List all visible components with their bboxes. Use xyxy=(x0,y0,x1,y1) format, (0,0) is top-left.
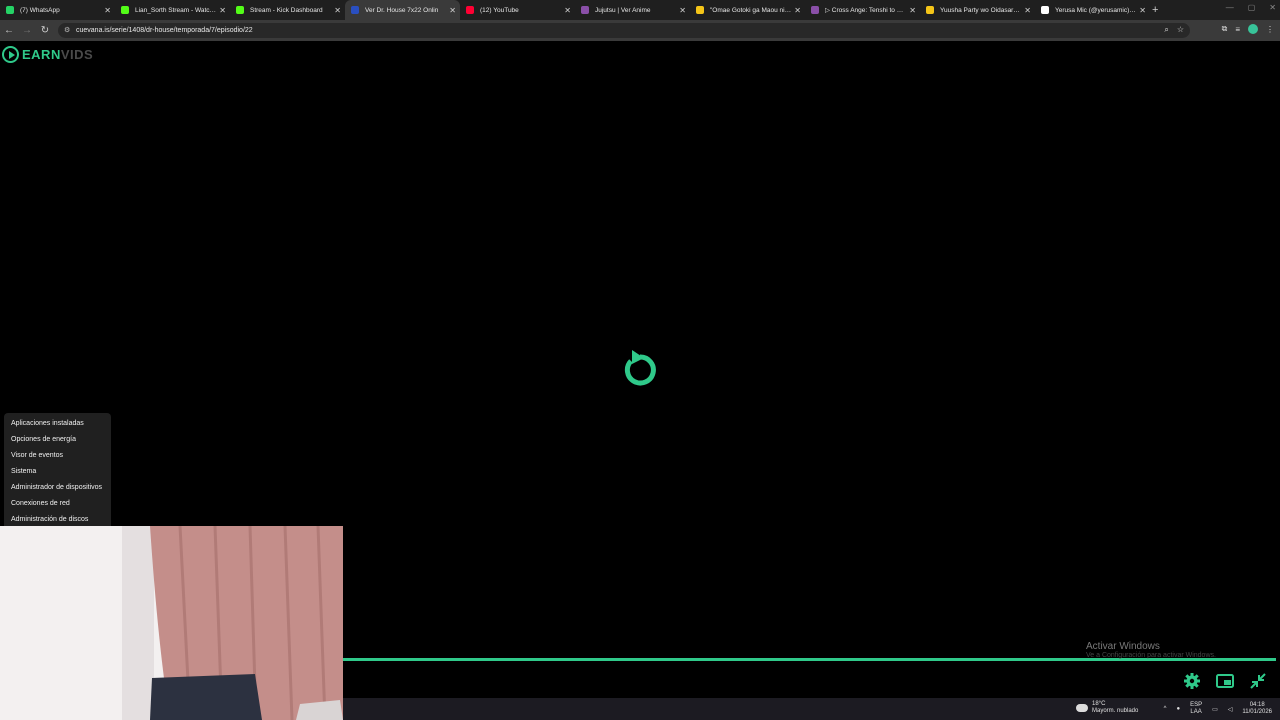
menu-item[interactable]: Opciones de energía xyxy=(4,432,111,448)
volume-icon[interactable]: ◁ xyxy=(1228,706,1233,713)
browser-tab[interactable]: ▷ Cross Ange: Tenshi to Ryuu ✕ xyxy=(805,0,920,20)
tab-label: Ver Dr. House 7x22 Onlin xyxy=(365,6,439,14)
tab-label: (12) YouTube xyxy=(480,6,519,14)
menu-item[interactable]: Aplicaciones instaladas xyxy=(4,416,111,432)
tab-label: Jujutsu | Ver Anime xyxy=(595,6,651,14)
tab-close-icon[interactable]: ✕ xyxy=(219,6,226,15)
browser-tab[interactable]: Jujutsu | Ver Anime ✕ xyxy=(575,0,690,20)
tab-label: "Omae Gotoki ga Maou ni Ka xyxy=(710,6,792,14)
browser-tab[interactable]: "Omae Gotoki ga Maou ni Ka ✕ xyxy=(690,0,805,20)
profile-avatar[interactable] xyxy=(1248,24,1258,34)
browser-tab[interactable]: Yerusa Mic (@yerusamic) | Ti ✕ xyxy=(1035,0,1150,20)
clock-date: 11/01/2026 xyxy=(1242,709,1272,715)
tab-favicon-icon xyxy=(236,6,244,14)
tab-close-icon[interactable]: ✕ xyxy=(334,6,341,15)
chevron-up-icon[interactable]: ^ xyxy=(1164,706,1167,712)
tab-close-icon[interactable]: ✕ xyxy=(909,6,916,15)
tab-label: (7) WhatsApp xyxy=(20,6,60,14)
settings-gear-icon[interactable] xyxy=(1183,672,1201,690)
tab-close-icon[interactable]: ✕ xyxy=(104,6,111,15)
language-indicator[interactable]: ESP LAA xyxy=(1190,702,1202,716)
menu-item[interactable]: Conexiones de red xyxy=(4,496,111,512)
menu-dots-icon[interactable]: ⋮ xyxy=(1266,25,1274,34)
tab-favicon-icon xyxy=(926,6,934,14)
menu-item[interactable]: Sistema xyxy=(4,464,111,480)
tab-favicon-icon xyxy=(811,6,819,14)
tab-favicon-icon xyxy=(121,6,129,14)
address-bar[interactable]: ⚙ cuevana.is/serie/1408/dr-house/tempora… xyxy=(58,23,1190,38)
tab-label: Stream - Kick Dashboard xyxy=(250,6,323,14)
tab-label: Yuusha Party wo Oidasareta k xyxy=(940,6,1022,14)
browser-tab[interactable]: Lian_Sorth Stream - Watch Li ✕ xyxy=(115,0,230,20)
webcam-overlay xyxy=(0,526,343,720)
context-menu: Aplicaciones instaladas Opciones de energ… xyxy=(4,413,111,526)
reload-icon[interactable]: ↻ xyxy=(36,25,54,36)
menu-item[interactable]: Administrador de dispositivos xyxy=(4,480,111,496)
bookmark-star-icon[interactable]: ☆ xyxy=(1177,25,1184,35)
menu-item[interactable]: Visor de eventos xyxy=(4,448,111,464)
tab-close-icon[interactable]: ✕ xyxy=(1024,6,1031,15)
new-tab-button[interactable]: + xyxy=(1152,4,1158,16)
back-icon[interactable]: ← xyxy=(0,25,18,36)
language-code: ESP xyxy=(1190,702,1203,708)
temperature: 18°C xyxy=(1092,701,1106,707)
weather-widget[interactable]: 18°C Mayorm. nublado xyxy=(1076,701,1138,715)
browser-tab[interactable]: Ver Dr. House 7x22 Onlin ✕ xyxy=(345,0,460,20)
tab-favicon-icon xyxy=(1041,6,1049,14)
close-window-icon[interactable]: ✕ xyxy=(1269,3,1276,12)
logo-vids-text: VIDS xyxy=(60,47,94,62)
browser-tab[interactable]: (7) WhatsApp ✕ xyxy=(0,0,115,20)
tab-bar: (7) WhatsApp ✕ Lian_Sorth Stream - Watch L… xyxy=(0,0,1280,20)
minimize-icon[interactable]: — xyxy=(1226,3,1234,12)
replay-icon[interactable] xyxy=(620,347,660,389)
microphone-icon[interactable]: ● xyxy=(1176,706,1180,712)
activate-title: Activar Windows xyxy=(1086,641,1160,652)
clock-time: 04:18 xyxy=(1249,702,1265,708)
tab-close-icon[interactable]: ✕ xyxy=(679,6,686,15)
system-tray: ^ ● ESP LAA ▭ ◁ 04:18 11/01/2026 xyxy=(1164,698,1272,720)
extensions-icon[interactable]: ⧉ xyxy=(1222,24,1228,34)
tab-label: Yerusa Mic (@yerusamic) | Ti xyxy=(1055,6,1137,14)
tab-close-icon[interactable]: ✕ xyxy=(1139,6,1146,15)
tab-favicon-icon xyxy=(581,6,589,14)
toolbar: ← → ↻ ⚙ cuevana.is/serie/1408/dr-house/t… xyxy=(0,20,1280,41)
activate-subtitle: Ve a Configuración para activar Windows. xyxy=(1086,652,1216,659)
keyboard-layout: LAA xyxy=(1190,709,1202,715)
tab-close-icon[interactable]: ✕ xyxy=(564,6,571,15)
tab-close-icon[interactable]: ✕ xyxy=(794,6,801,15)
browser-tab[interactable]: Yuusha Party wo Oidasareta k ✕ xyxy=(920,0,1035,20)
url-text: cuevana.is/serie/1408/dr-house/temporada… xyxy=(76,27,253,34)
tab-favicon-icon xyxy=(351,6,359,14)
picture-in-picture-icon[interactable] xyxy=(1216,672,1234,690)
tab-favicon-icon xyxy=(696,6,704,14)
exit-fullscreen-icon[interactable] xyxy=(1249,672,1267,690)
tab-strip: (7) WhatsApp ✕ Lian_Sorth Stream - Watch L… xyxy=(0,0,1150,20)
maximize-icon[interactable]: ▢ xyxy=(1248,3,1256,12)
tab-close-icon[interactable]: ✕ xyxy=(449,6,456,15)
cloud-icon xyxy=(1076,704,1088,712)
logo-earn-text: EARN xyxy=(22,47,61,62)
activate-windows-watermark: Activar Windows Ve a Configuración para … xyxy=(1086,641,1216,659)
tab-favicon-icon xyxy=(6,6,14,14)
media-control-icon[interactable]: ≡ xyxy=(1235,25,1240,34)
play-logo-icon xyxy=(2,46,19,63)
windows-taskbar: 18°C Mayorm. nublado ^ ● ESP LAA ▭ ◁ 04:… xyxy=(343,698,1280,720)
network-icon[interactable]: ▭ xyxy=(1212,706,1218,713)
clock[interactable]: 04:18 11/01/2026 xyxy=(1242,702,1272,716)
tab-label: Lian_Sorth Stream - Watch Li xyxy=(135,6,217,14)
zoom-icon[interactable]: ⌕ xyxy=(1164,25,1168,35)
window-controls: — ▢ ✕ xyxy=(1226,3,1276,12)
tab-label: ▷ Cross Ange: Tenshi to Ryuu xyxy=(825,7,907,14)
site-info-icon[interactable]: ⚙ xyxy=(64,26,70,34)
tab-favicon-icon xyxy=(466,6,474,14)
browser-tab[interactable]: (12) YouTube ✕ xyxy=(460,0,575,20)
webcam-image xyxy=(0,526,343,720)
weather-text: Mayorm. nublado xyxy=(1092,708,1139,714)
forward-icon[interactable]: → xyxy=(18,25,36,36)
browser-tab[interactable]: Stream - Kick Dashboard ✕ xyxy=(230,0,345,20)
earnvids-logo[interactable]: EARNVIDS xyxy=(2,46,93,63)
